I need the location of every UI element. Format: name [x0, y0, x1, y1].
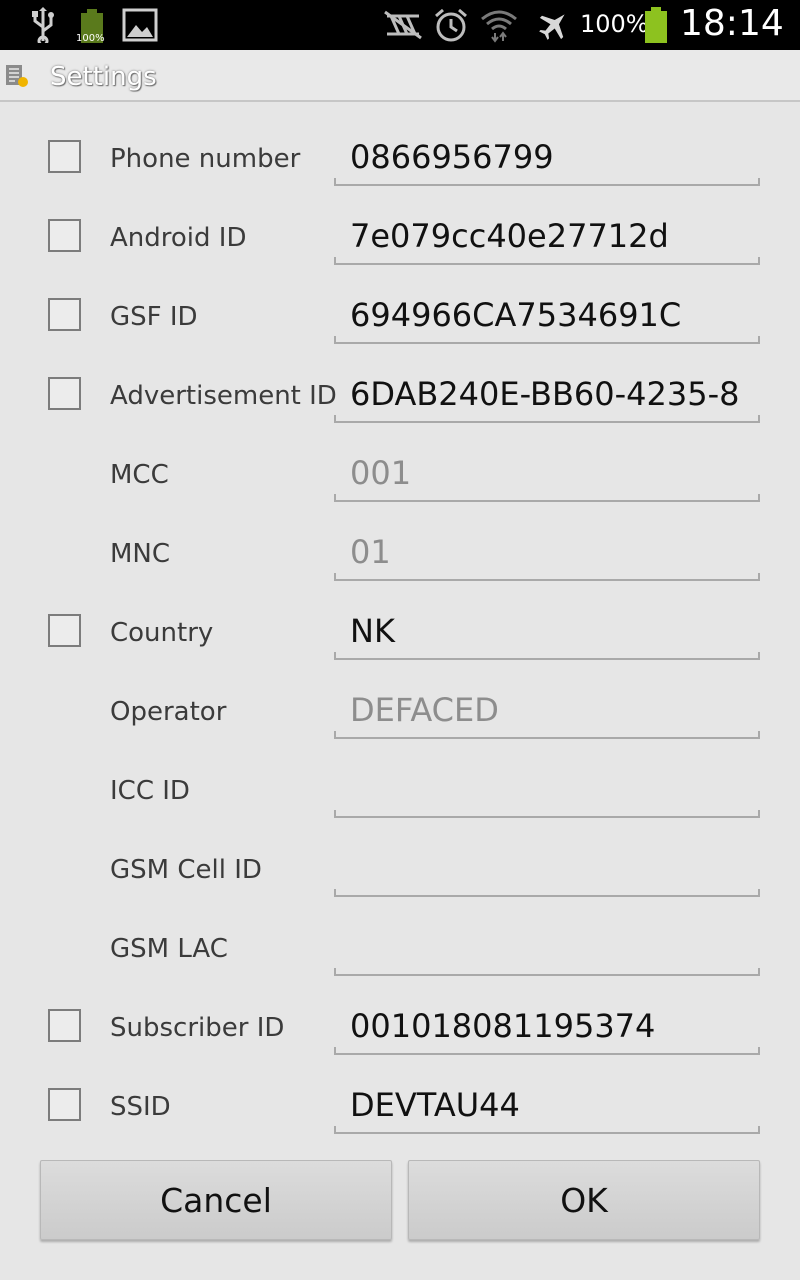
mnc-input	[334, 523, 760, 577]
subscriber-id-label: Subscriber ID	[110, 1013, 285, 1043]
phone-number-input[interactable]	[334, 128, 760, 182]
battery-small-label: 100%	[76, 33, 105, 44]
form-row-advertisement-id: Advertisement ID	[0, 355, 800, 434]
status-bar: 100% 100% 18:14	[0, 0, 800, 50]
clock-time: 18:14	[680, 3, 784, 44]
app-icon	[5, 64, 29, 88]
mcc-input	[334, 444, 760, 498]
android-id-input[interactable]	[334, 207, 760, 261]
subscriber-id-checkbox[interactable]	[48, 1009, 81, 1042]
form-row-mnc: MNC	[0, 513, 800, 592]
phone-number-underline	[334, 178, 760, 186]
android-id-checkbox[interactable]	[48, 219, 81, 252]
ssid-input[interactable]	[334, 1076, 760, 1130]
operator-input	[334, 681, 760, 735]
gsf-id-label: GSF ID	[110, 302, 198, 332]
title-bar: Settings	[0, 50, 800, 102]
advertisement-id-checkbox[interactable]	[48, 377, 81, 410]
form-row-ssid: SSID	[0, 1066, 800, 1145]
country-label: Country	[110, 618, 214, 648]
ssid-underline	[334, 1126, 760, 1134]
subscriber-id-input[interactable]	[334, 997, 760, 1051]
battery-icon	[643, 0, 669, 50]
subscriber-id-underline	[334, 1047, 760, 1055]
image-icon	[121, 0, 159, 50]
country-input[interactable]	[334, 602, 760, 656]
form-row-icc-id: ICC ID	[0, 750, 800, 829]
airplane-icon	[536, 0, 572, 50]
advertisement-id-label: Advertisement ID	[110, 381, 337, 411]
gsm-lac-label: GSM LAC	[110, 934, 228, 964]
icc-id-input	[334, 760, 760, 814]
battery-percent: 100%	[580, 10, 649, 38]
gsm-lac-underline	[334, 968, 760, 976]
form-row-subscriber-id: Subscriber ID	[0, 987, 800, 1066]
form-row-country: Country	[0, 592, 800, 671]
mcc-label: MCC	[110, 460, 169, 490]
gsf-id-underline	[334, 336, 760, 344]
gsf-id-input[interactable]	[334, 286, 760, 340]
phone-number-label: Phone number	[110, 144, 301, 174]
icc-id-underline	[334, 810, 760, 818]
gsm-cell-id-input	[334, 839, 760, 893]
form-row-android-id: Android ID	[0, 197, 800, 276]
country-checkbox[interactable]	[48, 614, 81, 647]
ok-button[interactable]: OK	[408, 1160, 760, 1240]
mnc-label: MNC	[110, 539, 171, 569]
operator-label: Operator	[110, 697, 227, 727]
operator-underline	[334, 731, 760, 739]
android-id-label: Android ID	[110, 223, 247, 253]
form-row-gsm-lac: GSM LAC	[0, 908, 800, 987]
ssid-label: SSID	[110, 1092, 171, 1122]
no-sim-icon	[383, 0, 423, 50]
wifi-icon	[480, 0, 518, 50]
gsm-lac-input	[334, 918, 760, 972]
gsf-id-checkbox[interactable]	[48, 298, 81, 331]
mnc-underline	[334, 573, 760, 581]
form-row-gsm-cell-id: GSM Cell ID	[0, 829, 800, 908]
form-row-operator: Operator	[0, 671, 800, 750]
advertisement-id-input[interactable]	[334, 365, 760, 419]
form-row-mcc: MCC	[0, 434, 800, 513]
gsm-cell-id-underline	[334, 889, 760, 897]
country-underline	[334, 652, 760, 660]
form-row-phone-number: Phone number	[0, 118, 800, 197]
cancel-button[interactable]: Cancel	[40, 1160, 392, 1240]
alarm-icon	[432, 0, 470, 50]
android-id-underline	[334, 257, 760, 265]
advertisement-id-underline	[334, 415, 760, 423]
page-title: Settings	[50, 62, 157, 92]
phone-number-checkbox[interactable]	[48, 140, 81, 173]
gsm-cell-id-label: GSM Cell ID	[110, 855, 262, 885]
usb-icon	[28, 0, 58, 50]
icc-id-label: ICC ID	[110, 776, 190, 806]
form-row-gsf-id: GSF ID	[0, 276, 800, 355]
mcc-underline	[334, 494, 760, 502]
ssid-checkbox[interactable]	[48, 1088, 81, 1121]
